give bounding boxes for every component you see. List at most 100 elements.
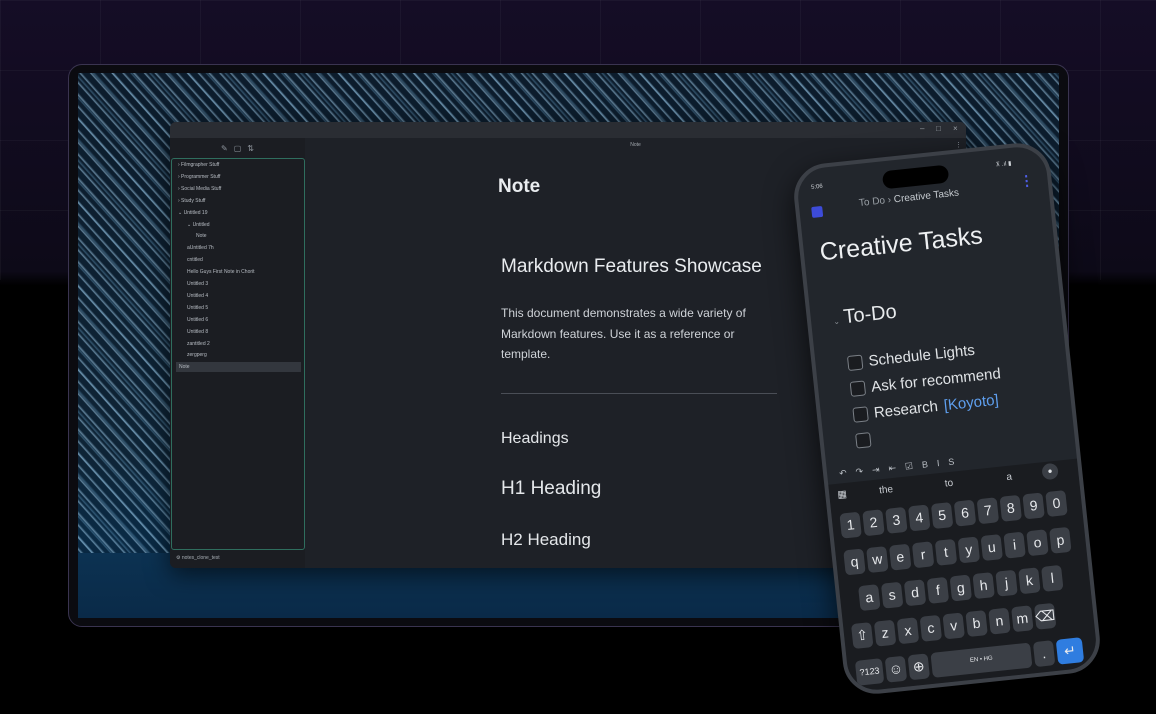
- task-item[interactable]: [855, 430, 878, 450]
- key[interactable]: m: [1011, 605, 1034, 633]
- key[interactable]: k: [1018, 567, 1041, 595]
- key[interactable]: s: [880, 581, 904, 609]
- tree-item[interactable]: › Programmer Stuff: [178, 172, 220, 182]
- key[interactable]: 0: [1045, 490, 1068, 517]
- key[interactable]: 9: [1022, 492, 1045, 520]
- key[interactable]: j: [995, 569, 1018, 597]
- tree-item[interactable]: ⌄ Untitled 19: [178, 208, 207, 218]
- key[interactable]: n: [988, 607, 1011, 635]
- tree-item[interactable]: Untitled 6: [187, 315, 208, 325]
- task-checkbox[interactable]: [852, 405, 869, 423]
- tree-item[interactable]: Note: [176, 362, 301, 373]
- key[interactable]: 3: [885, 506, 908, 534]
- tree-item[interactable]: Note: [196, 231, 207, 241]
- key[interactable]: d: [903, 579, 927, 607]
- task-item[interactable]: Research [Koyoto]: [852, 391, 999, 424]
- emoji-key[interactable]: ☺: [884, 655, 908, 683]
- suggestion-1[interactable]: the: [879, 484, 894, 496]
- minimize-button[interactable]: –: [920, 124, 924, 133]
- key[interactable]: v: [942, 612, 965, 640]
- more-options-icon[interactable]: ⋮: [955, 141, 962, 149]
- task-checkbox[interactable]: [846, 354, 864, 371]
- tree-item[interactable]: Untitled 8: [187, 327, 208, 337]
- key[interactable]: 1: [839, 511, 862, 539]
- symbols-key[interactable]: ?123: [854, 658, 885, 686]
- key[interactable]: c: [919, 614, 943, 642]
- key[interactable]: i: [1003, 531, 1026, 559]
- task-link[interactable]: [Koyoto]: [943, 391, 1000, 414]
- more-menu-icon[interactable]: ⋮: [1019, 172, 1035, 190]
- tree-item[interactable]: Untitled 4: [187, 291, 208, 301]
- format-tool-1[interactable]: ↷: [855, 466, 864, 478]
- key[interactable]: 4: [907, 504, 931, 532]
- tree-item[interactable]: Untitled 5: [187, 303, 208, 313]
- enter-key[interactable]: ↵: [1055, 637, 1085, 665]
- key[interactable]: y: [957, 536, 981, 564]
- collapse-chevron-icon[interactable]: ⌄: [833, 317, 841, 327]
- tree-item[interactable]: zantitled 2: [187, 339, 210, 349]
- task-checkbox[interactable]: [855, 431, 872, 449]
- format-tool-5[interactable]: B: [921, 459, 928, 470]
- tree-item[interactable]: › Social Media Stuff: [178, 184, 221, 194]
- note-title[interactable]: Note: [498, 176, 540, 198]
- format-tool-7[interactable]: S: [948, 456, 955, 467]
- format-tool-0[interactable]: ↶: [839, 467, 848, 479]
- key[interactable]: o: [1026, 529, 1049, 557]
- key[interactable]: q: [843, 548, 866, 576]
- todo-section[interactable]: ⌄To-Do: [832, 301, 898, 331]
- key[interactable]: f: [926, 576, 950, 604]
- tree-item[interactable]: zergperg: [187, 350, 207, 360]
- key[interactable]: 7: [976, 497, 1000, 525]
- globe-key[interactable]: ⊕: [907, 653, 931, 681]
- key[interactable]: ⇧: [850, 622, 874, 650]
- format-tool-2[interactable]: ⇥: [872, 464, 881, 476]
- tree-item[interactable]: › Filmgrapher Stuff: [178, 160, 219, 170]
- close-button[interactable]: ×: [953, 124, 958, 133]
- tree-item[interactable]: Hello Guys First Note in Chorit: [187, 267, 255, 277]
- page-title[interactable]: Creative Tasks: [818, 221, 984, 267]
- key[interactable]: b: [965, 610, 988, 638]
- microphone-icon[interactable]: ●: [1041, 462, 1059, 481]
- key[interactable]: r: [911, 541, 935, 569]
- breadcrumb-parent[interactable]: To Do: [858, 195, 885, 209]
- key[interactable]: e: [888, 543, 912, 571]
- key[interactable]: 2: [862, 509, 885, 537]
- vault-name[interactable]: ⚙ notes_clone_test: [176, 555, 220, 561]
- key[interactable]: 6: [953, 499, 977, 527]
- key[interactable]: z: [873, 619, 897, 647]
- key[interactable]: p: [1049, 526, 1072, 554]
- key[interactable]: 8: [999, 494, 1022, 522]
- format-tool-4[interactable]: ☑: [904, 460, 913, 472]
- sidebar-toggle-icon[interactable]: [811, 205, 824, 218]
- tree-item[interactable]: Untitled 3: [187, 279, 208, 289]
- sort-icon[interactable]: ⇅: [247, 144, 254, 153]
- task-item[interactable]: Schedule Lights: [846, 341, 976, 372]
- period-key[interactable]: .: [1032, 640, 1056, 668]
- key[interactable]: g: [949, 574, 973, 602]
- dynamic-island: [881, 164, 950, 190]
- tree-item[interactable]: cntitled: [187, 255, 203, 265]
- tree-item[interactable]: › Study Stuff: [178, 196, 205, 206]
- suggestion-2[interactable]: to: [944, 478, 953, 490]
- format-tool-3[interactable]: ⇤: [888, 462, 897, 474]
- key[interactable]: a: [858, 584, 881, 612]
- key[interactable]: 5: [930, 502, 954, 530]
- key[interactable]: w: [866, 546, 889, 574]
- space-key[interactable]: EN • HG: [930, 642, 1033, 678]
- tree-item[interactable]: ⌄ Untitled: [187, 220, 210, 230]
- horizontal-rule: [501, 393, 777, 394]
- key[interactable]: l: [1041, 564, 1064, 592]
- new-note-icon[interactable]: ✎: [221, 144, 228, 153]
- key[interactable]: x: [896, 617, 920, 645]
- key[interactable]: ⌫: [1033, 602, 1057, 630]
- maximize-button[interactable]: □: [936, 124, 941, 133]
- tree-item[interactable]: aUntitled 7h: [187, 243, 214, 253]
- key[interactable]: u: [980, 534, 1003, 562]
- task-checkbox[interactable]: [849, 379, 867, 397]
- new-folder-icon[interactable]: ▢: [234, 144, 242, 153]
- suggestion-3[interactable]: a: [1006, 472, 1013, 484]
- key[interactable]: h: [972, 572, 995, 600]
- key[interactable]: t: [934, 538, 958, 566]
- keyboard-apps-icon[interactable]: ▦: [837, 489, 848, 501]
- format-tool-6[interactable]: I: [936, 458, 940, 468]
